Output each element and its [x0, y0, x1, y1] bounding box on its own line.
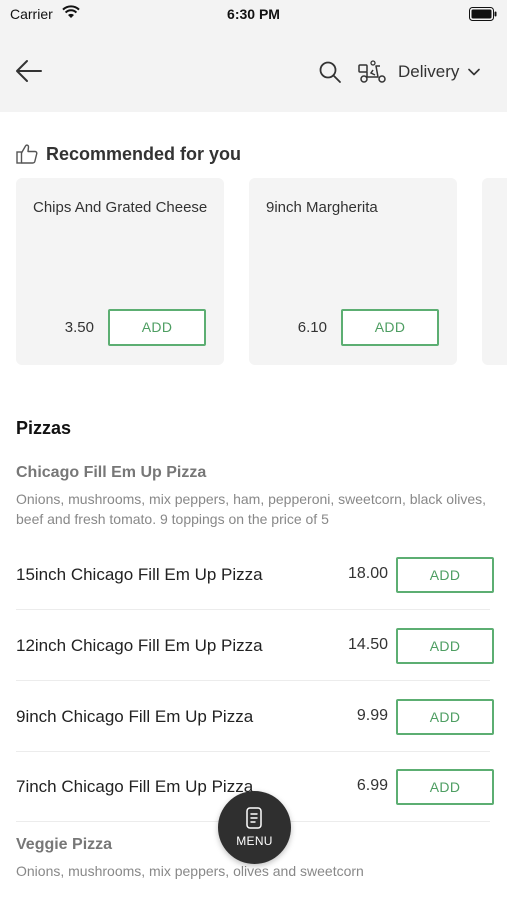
menu-item-row[interactable]: 15inch Chicago Fill Em Up Pizza 18.00 AD… — [16, 540, 494, 610]
menu-item-price: 18.00 — [347, 565, 388, 582]
chevron-down-icon — [468, 68, 481, 76]
menu-book-icon — [246, 807, 262, 829]
item-group-title: Veggie Pizza — [16, 836, 113, 853]
add-button[interactable]: ADD — [341, 309, 439, 346]
menu-item-name: 9inch Chicago Fill Em Up Pizza — [16, 707, 254, 726]
back-arrow-icon — [16, 60, 42, 82]
menu-item-price: 9.99 — [356, 707, 388, 724]
battery-icon — [469, 7, 497, 26]
recommended-title: Recommended for you — [46, 143, 242, 164]
delivery-label: Delivery — [398, 62, 460, 81]
menu-item-row[interactable]: 9inch Chicago Fill Em Up Pizza 9.99 ADD — [16, 682, 494, 752]
recommended-card[interactable]: Chips And Grated Cheese 3.50 ADD — [16, 178, 224, 365]
recommended-item-price: 3.50 — [64, 319, 94, 336]
scooter-icon — [358, 60, 386, 83]
add-button[interactable]: ADD — [396, 699, 494, 735]
menu-item-name: 15inch Chicago Fill Em Up Pizza — [16, 565, 263, 584]
menu-item-name: 7inch Chicago Fill Em Up Pizza — [16, 777, 254, 796]
menu-item-row[interactable]: 12inch Chicago Fill Em Up Pizza 14.50 AD… — [16, 611, 494, 681]
menu-item-price: 6.99 — [356, 777, 388, 794]
item-group-description: Onions, mushrooms, mix peppers, olives a… — [16, 863, 364, 879]
recommended-card-peek[interactable] — [482, 178, 507, 365]
add-button[interactable]: ADD — [396, 769, 494, 805]
recommended-card[interactable]: 9inch Margherita 6.10 ADD — [249, 178, 457, 365]
status-bar: Carrier 6:30 PM — [0, 0, 507, 30]
menu-fab-button[interactable]: MENU — [218, 791, 291, 864]
add-button[interactable]: ADD — [108, 309, 206, 346]
menu-item-price: 14.50 — [347, 636, 388, 653]
clock-time: 6:30 PM — [227, 6, 280, 22]
add-button[interactable]: ADD — [396, 628, 494, 664]
search-button[interactable] — [318, 60, 342, 84]
recommended-heading: Recommended for you — [16, 143, 241, 165]
delivery-mode-dropdown[interactable]: Delivery — [358, 56, 481, 88]
recommended-item-name: Chips And Grated Cheese — [33, 199, 208, 216]
thumbs-up-icon — [16, 144, 38, 164]
recommended-item-price: 6.10 — [297, 319, 327, 336]
category-title: Pizzas — [16, 418, 72, 438]
add-button[interactable]: ADD — [396, 557, 494, 593]
menu-item-name: 12inch Chicago Fill Em Up Pizza — [16, 636, 263, 655]
item-group-description: Onions, mushrooms, mix peppers, ham, pep… — [16, 491, 486, 527]
nav-bar: Delivery — [0, 30, 507, 112]
recommended-item-name: 9inch Margherita — [266, 199, 378, 216]
item-group-title: Chicago Fill Em Up Pizza — [16, 464, 207, 481]
menu-fab-label: MENU — [236, 834, 273, 848]
search-icon — [319, 61, 341, 83]
back-button[interactable] — [14, 57, 44, 85]
